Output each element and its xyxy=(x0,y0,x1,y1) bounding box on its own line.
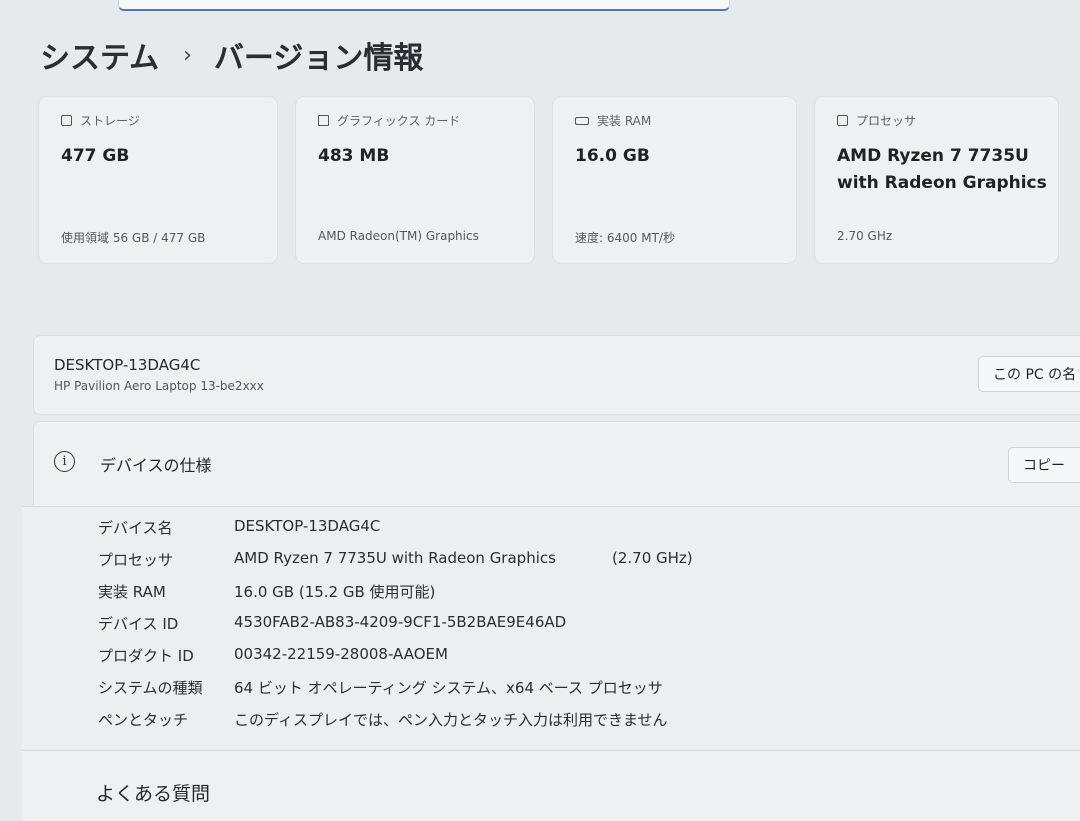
spec-key: プロセッサ xyxy=(98,551,174,569)
spec-key: システムの種類 xyxy=(98,679,203,697)
processor-value-line1: AMD Ryzen 7 7735U xyxy=(837,146,1029,166)
copy-button[interactable]: コピー xyxy=(1008,447,1080,483)
device-name: DESKTOP-13DAG4C xyxy=(54,356,201,374)
storage-usage: 使用領域 56 GB / 477 GB xyxy=(61,231,206,245)
spec-value[interactable]: DESKTOP-13DAG4C xyxy=(234,517,380,535)
breadcrumb: システム › バージョン情報 xyxy=(40,30,423,80)
spec-value[interactable]: 16.0 GB (15.2 GB 使用可能) xyxy=(234,581,435,602)
storage-value: 477 GB xyxy=(61,146,130,166)
device-specs-body: デバイス名 DESKTOP-13DAG4C プロセッサ AMD Ryzen 7 … xyxy=(22,506,1080,749)
search-box[interactable] xyxy=(118,0,730,11)
spec-value[interactable]: 00342-22159-28008-AAOEM xyxy=(234,645,448,663)
ram-card: 実装 RAM 16.0 GB 速度: 6400 MT/秒 xyxy=(553,97,796,263)
spec-key: 実装 RAM xyxy=(98,583,166,601)
ram-value: 16.0 GB xyxy=(575,146,650,166)
graphics-card-icon xyxy=(318,115,329,126)
spec-value[interactable]: 64 ビット オペレーティング システム、x64 ベース プロセッサ xyxy=(234,677,663,698)
page-title: バージョン情報 xyxy=(213,41,424,76)
processor-card: プロセッサ AMD Ryzen 7 7735U with Radeon Grap… xyxy=(815,97,1058,263)
breadcrumb-parent[interactable]: システム xyxy=(40,33,159,77)
graphics-card: グラフィックス カード 483 MB AMD Radeon(TM) Graphi… xyxy=(296,97,534,263)
graphics-label: グラフィックス カード xyxy=(337,114,461,128)
rename-pc-button[interactable]: この PC の名 xyxy=(978,356,1080,392)
processor-icon xyxy=(837,115,848,126)
device-name-panel: DESKTOP-13DAG4C HP Pavilion Aero Laptop … xyxy=(34,336,1080,414)
processor-speed: 2.70 GHz xyxy=(837,229,893,243)
graphics-name: AMD Radeon(TM) Graphics xyxy=(318,229,479,243)
processor-label: プロセッサ xyxy=(856,114,917,128)
chevron-right-icon: › xyxy=(183,42,192,68)
storage-icon xyxy=(61,115,72,126)
graphics-value: 483 MB xyxy=(318,146,390,166)
spec-value[interactable]: AMD Ryzen 7 7735U with Radeon Graphics xyxy=(234,549,556,567)
spec-value-extra[interactable]: (2.70 GHz) xyxy=(612,549,693,567)
ram-label: 実装 RAM xyxy=(597,114,652,128)
storage-card: ストレージ 477 GB 使用領域 56 GB / 477 GB xyxy=(39,97,277,263)
spec-key: デバイス ID xyxy=(98,615,179,633)
spec-key: プロダクト ID xyxy=(98,647,194,665)
faq-section[interactable]: よくある質問 xyxy=(22,750,1080,821)
device-specs-header[interactable]: i デバイスの仕様 コピー xyxy=(34,422,1080,506)
device-model: HP Pavilion Aero Laptop 13-be2xxx xyxy=(54,379,264,393)
spec-value[interactable]: このディスプレイでは、ペン入力とタッチ入力は利用できません xyxy=(234,709,668,730)
spec-key: デバイス名 xyxy=(98,519,173,537)
spec-key: ペンとタッチ xyxy=(98,711,189,729)
ram-speed: 速度: 6400 MT/秒 xyxy=(575,231,675,245)
info-icon: i xyxy=(54,451,75,472)
faq-title: よくある質問 xyxy=(96,783,211,805)
device-specs-title: デバイスの仕様 xyxy=(100,456,212,475)
spec-value[interactable]: 4530FAB2-AB83-4209-9CF1-5B2BAE9E46AD xyxy=(234,613,566,631)
ram-icon xyxy=(575,116,589,125)
storage-label: ストレージ xyxy=(80,114,140,128)
processor-value-line2: with Radeon Graphics xyxy=(837,173,1047,193)
